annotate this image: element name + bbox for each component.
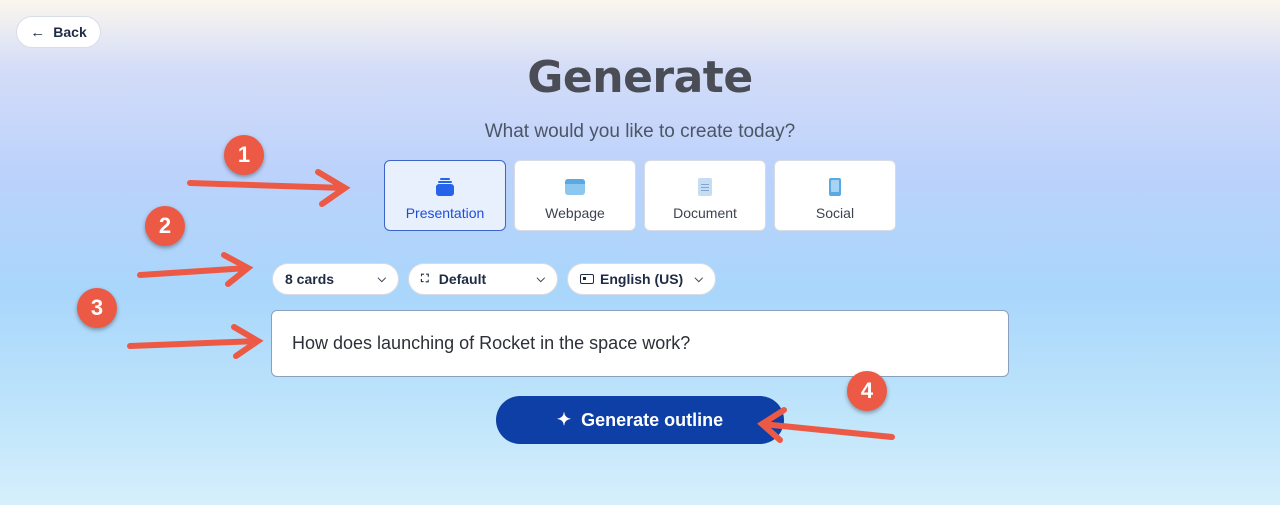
format-value: Default [438, 271, 487, 287]
chevron-down-icon: ⌵ [377, 272, 386, 285]
annotation-arrow-2 [137, 252, 254, 287]
webpage-icon [565, 177, 585, 197]
page-subtitle: What would you like to create today? [484, 121, 796, 142]
social-icon [829, 177, 841, 197]
cards-count-select[interactable]: 8 cards ⌵ [272, 263, 399, 295]
chevron-down-icon: ⌵ [536, 272, 545, 285]
type-card-label: Social [815, 205, 855, 221]
type-card-label: Document [673, 205, 737, 221]
language-select[interactable]: English (US) ⌵ [567, 263, 716, 295]
back-label: Back [53, 24, 87, 40]
document-icon [698, 177, 712, 197]
format-select[interactable]: ⛶ Default ⌵ [408, 263, 558, 295]
type-card-presentation[interactable]: Presentation [384, 160, 506, 231]
generate-outline-label: Generate outline [581, 409, 724, 430]
content-type-selector: Presentation Webpage Document Social [384, 160, 896, 231]
cards-count-value: 8 cards [285, 271, 335, 287]
annotation-arrow-3 [127, 324, 264, 359]
arrow-left-icon: ← [30, 23, 46, 41]
annotation-badge-3: 3 [77, 288, 117, 328]
prompt-text: How does launching of Rocket in the spac… [292, 333, 691, 353]
generation-options: 8 cards ⌵ ⛶ Default ⌵ English (US) ⌵ [272, 263, 716, 295]
chevron-down-icon: ⌵ [694, 272, 703, 285]
generate-outline-button[interactable]: ✦ Generate outline [496, 396, 784, 444]
type-card-webpage[interactable]: Webpage [514, 160, 636, 231]
language-value: English (US) [600, 271, 684, 287]
type-card-social[interactable]: Social [774, 160, 896, 231]
presentation-icon [435, 177, 455, 197]
page-title: Generate [527, 52, 753, 103]
back-button[interactable]: ← Back [16, 16, 101, 48]
annotation-arrow-1 [187, 169, 351, 207]
language-icon [580, 274, 594, 284]
annotation-badge-4: 4 [847, 371, 887, 411]
sparkle-icon: ✦ [556, 410, 572, 429]
type-card-label: Webpage [545, 205, 605, 221]
annotation-badge-1: 1 [224, 135, 264, 175]
type-card-label: Presentation [405, 205, 485, 221]
type-card-document[interactable]: Document [644, 160, 766, 231]
frame-icon: ⛶ [421, 272, 429, 285]
annotation-badge-2: 2 [145, 206, 185, 246]
prompt-input[interactable]: How does launching of Rocket in the spac… [271, 310, 1009, 377]
